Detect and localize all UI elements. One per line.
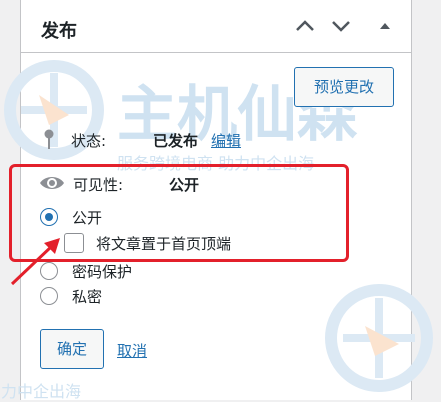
status-label: 状态:: [71, 132, 107, 150]
watermark-logo-icon: [325, 284, 433, 392]
sticky-label: 将文章置于首页顶端: [96, 235, 232, 253]
radio-public-label: 公开: [72, 209, 103, 227]
watermark-slogan-bottom: 力中企出海: [1, 382, 82, 401]
radio-private[interactable]: [40, 287, 58, 305]
status-edit-link[interactable]: 编辑: [211, 130, 241, 151]
chevron-up-icon[interactable]: [293, 14, 317, 38]
ok-button[interactable]: 确定: [40, 329, 104, 369]
sticky-checkbox[interactable]: [64, 233, 84, 253]
triangle-up-icon[interactable]: [373, 14, 397, 38]
radio-password[interactable]: [40, 262, 58, 280]
pin-icon: [44, 129, 54, 149]
panel-header: 发布: [21, 0, 411, 53]
eye-icon: [40, 177, 64, 189]
publish-panel: 主机仙森 服务跨境电商 助力中企出海 力中企出海 发布 预览更改 状态: 已发布…: [1, 0, 433, 401]
radio-password-label: 密码保护: [72, 263, 133, 281]
radio-private-label: 私密: [72, 288, 103, 306]
radio-public[interactable]: [40, 208, 58, 226]
visibility-label: 可见性:: [73, 176, 124, 194]
chevron-down-icon[interactable]: [329, 14, 353, 38]
status-value: 已发布: [153, 132, 199, 150]
visibility-value: 公开: [169, 176, 200, 194]
watermark-slogan: 服务跨境电商 助力中企出海: [117, 154, 315, 173]
cancel-link[interactable]: 取消: [117, 340, 147, 361]
preview-changes-button[interactable]: 预览更改: [294, 67, 394, 107]
panel-title: 发布: [41, 21, 77, 42]
